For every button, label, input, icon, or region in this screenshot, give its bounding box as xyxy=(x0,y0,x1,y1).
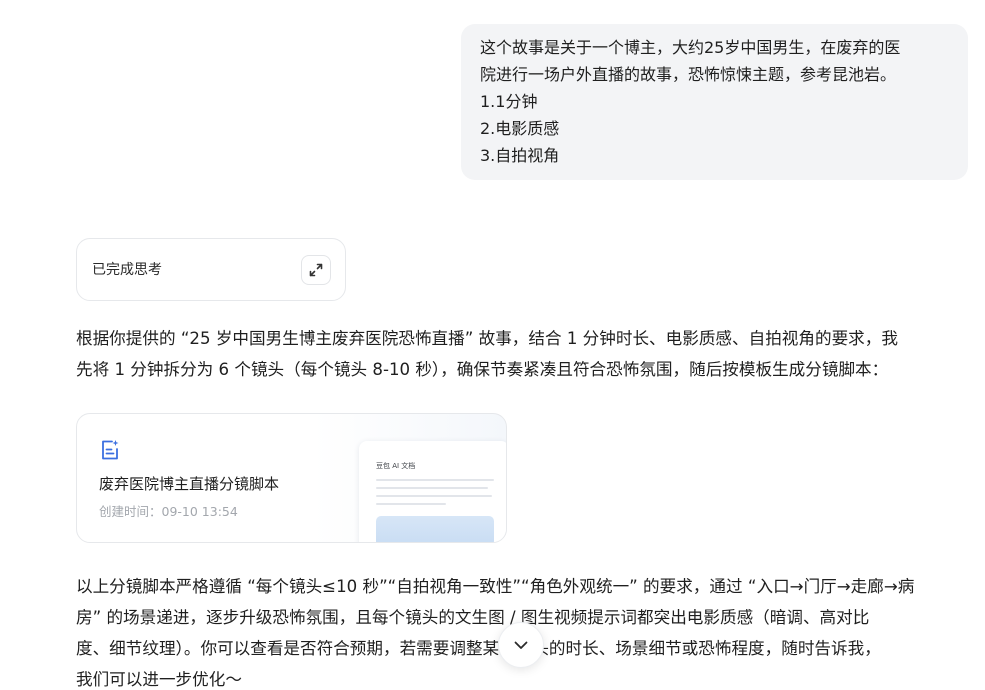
thinking-status-label: 已完成思考 xyxy=(92,262,162,278)
thinking-status-chip[interactable]: 已完成思考 xyxy=(76,238,346,301)
chevron-down-icon xyxy=(514,641,528,649)
reply-line: 先将 1 分钟拆分为 6 个镜头（每个镜头 8-10 秒），确保节奏紧凑且符合恐… xyxy=(76,360,889,379)
user-message-line: 2.电影质感 xyxy=(480,119,560,138)
reply-line: 以上分镜脚本严格遵循 “每个镜头≤10 秒”“自拍视角一致性”“角色外观统一” … xyxy=(76,577,915,596)
preview-text-line xyxy=(376,503,446,505)
expand-icon xyxy=(309,263,323,277)
preview-text-line xyxy=(376,487,488,489)
document-title: 废弃医院博主直播分镜脚本 xyxy=(99,475,280,493)
user-message-line: 1.1分钟 xyxy=(480,92,538,111)
document-ai-icon xyxy=(102,440,119,460)
expand-thinking-button[interactable] xyxy=(301,255,331,285)
preview-text-line xyxy=(376,495,492,497)
user-message-line: 院进行一场户外直播的故事，恐怖惊悚主题，参考昆池岩。 xyxy=(480,65,897,84)
document-preview-thumbnail: 豆包 AI 文档 xyxy=(359,441,506,542)
document-card[interactable]: 废弃医院博主直播分镜脚本 创建时间：09-10 13:54 豆包 AI 文档 xyxy=(76,413,507,543)
user-message-bubble: 这个故事是关于一个博主，大约25岁中国男生，在废弃的医 院进行一场户外直播的故事… xyxy=(461,24,968,180)
scroll-to-bottom-button[interactable] xyxy=(498,622,544,668)
document-created-time: 创建时间：09-10 13:54 xyxy=(99,504,238,519)
assistant-reply-intro: 根据你提供的 “25 岁中国男生博主废弃医院恐怖直播” 故事，结合 1 分钟时长… xyxy=(76,323,976,385)
document-preview-title: 豆包 AI 文档 xyxy=(376,462,416,470)
chat-page: 这个故事是关于一个博主，大约25岁中国男生，在废弃的医 院进行一场户外直播的故事… xyxy=(0,0,985,690)
preview-text-line xyxy=(376,479,494,481)
user-message-line: 3.自拍视角 xyxy=(480,146,560,165)
reply-line: 我们可以进一步优化～ xyxy=(76,670,242,689)
preview-image xyxy=(376,516,494,542)
user-message-line: 这个故事是关于一个博主，大约25岁中国男生，在废弃的医 xyxy=(480,38,901,57)
reply-line: 根据你提供的 “25 岁中国男生博主废弃医院恐怖直播” 故事，结合 1 分钟时长… xyxy=(76,329,898,348)
